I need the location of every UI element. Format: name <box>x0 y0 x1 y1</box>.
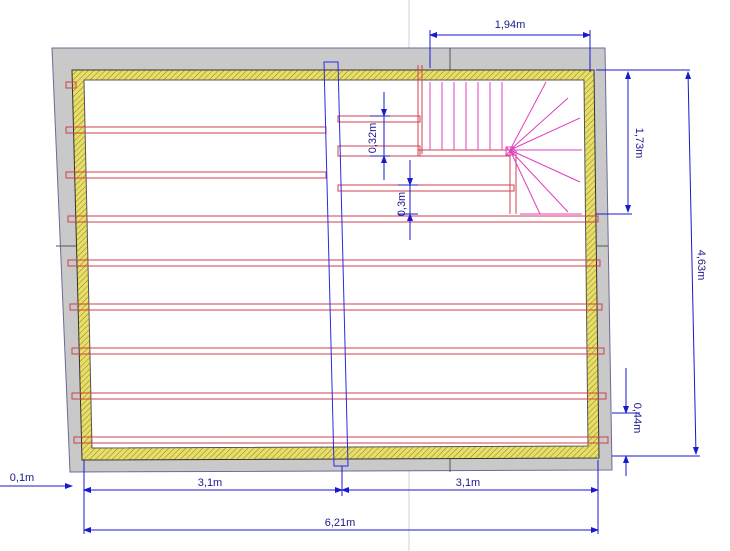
dim-label-step-2: 0,3m <box>396 192 408 216</box>
dim-label-stair-length: 1,73m <box>633 128 645 159</box>
dim-label-step-1: 0,32m <box>367 123 379 154</box>
floor-plan-canvas: 1,94m 1,73m 4,63m 0,32m 0,3m 0,44m 0,1m … <box>0 0 707 551</box>
dim-label-span-right: 3,1m <box>456 477 480 489</box>
dim-label-total-depth: 4,63m <box>695 250 707 281</box>
dim-label-stair-width: 1,94m <box>495 19 526 31</box>
dim-label-offset-right: 0,44m <box>631 403 643 434</box>
dim-label-wall-offset: 0,1m <box>10 472 34 484</box>
dim-label-total-width: 6,21m <box>325 517 356 529</box>
dim-label-span-left: 3,1m <box>198 477 222 489</box>
